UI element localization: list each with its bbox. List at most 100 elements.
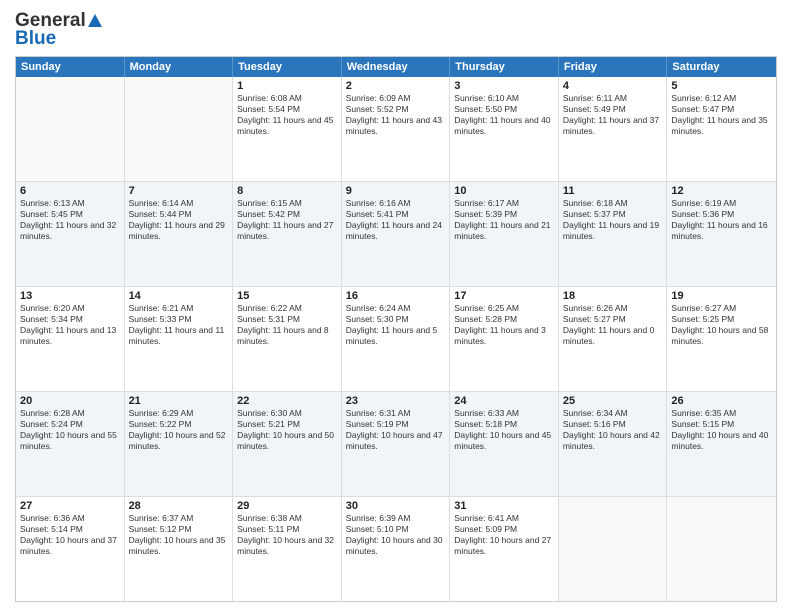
sunset-text: Sunset: 5:34 PM xyxy=(20,314,120,325)
sunset-text: Sunset: 5:11 PM xyxy=(237,524,337,535)
day-cell-30: 30 Sunrise: 6:39 AM Sunset: 5:10 PM Dayl… xyxy=(342,497,451,601)
sunrise-text: Sunrise: 6:26 AM xyxy=(563,303,663,314)
day-number: 21 xyxy=(129,395,229,407)
page: General Blue SundayMondayTuesdayWednesda… xyxy=(0,0,792,612)
sunset-text: Sunset: 5:14 PM xyxy=(20,524,120,535)
sunrise-text: Sunrise: 6:41 AM xyxy=(454,513,554,524)
day-number: 2 xyxy=(346,80,446,92)
day-cell-5: 5 Sunrise: 6:12 AM Sunset: 5:47 PM Dayli… xyxy=(667,77,776,181)
day-cell-7: 7 Sunrise: 6:14 AM Sunset: 5:44 PM Dayli… xyxy=(125,182,234,286)
day-number: 15 xyxy=(237,290,337,302)
sunset-text: Sunset: 5:39 PM xyxy=(454,209,554,220)
daylight-text: Daylight: 11 hours and 32 minutes. xyxy=(20,220,120,242)
daylight-text: Daylight: 10 hours and 42 minutes. xyxy=(563,430,663,452)
sunrise-text: Sunrise: 6:15 AM xyxy=(237,198,337,209)
sunset-text: Sunset: 5:47 PM xyxy=(671,104,772,115)
day-cell-8: 8 Sunrise: 6:15 AM Sunset: 5:42 PM Dayli… xyxy=(233,182,342,286)
sunset-text: Sunset: 5:24 PM xyxy=(20,419,120,430)
day-cell-29: 29 Sunrise: 6:38 AM Sunset: 5:11 PM Dayl… xyxy=(233,497,342,601)
sunset-text: Sunset: 5:41 PM xyxy=(346,209,446,220)
daylight-text: Daylight: 10 hours and 47 minutes. xyxy=(346,430,446,452)
sunrise-text: Sunrise: 6:35 AM xyxy=(671,408,772,419)
day-number: 6 xyxy=(20,185,120,197)
day-number: 4 xyxy=(563,80,663,92)
day-number: 11 xyxy=(563,185,663,197)
daylight-text: Daylight: 11 hours and 24 minutes. xyxy=(346,220,446,242)
daylight-text: Daylight: 11 hours and 5 minutes. xyxy=(346,325,446,347)
day-number: 20 xyxy=(20,395,120,407)
header: General Blue xyxy=(15,10,777,50)
sunset-text: Sunset: 5:16 PM xyxy=(563,419,663,430)
sunset-text: Sunset: 5:44 PM xyxy=(129,209,229,220)
day-cell-18: 18 Sunrise: 6:26 AM Sunset: 5:27 PM Dayl… xyxy=(559,287,668,391)
daylight-text: Daylight: 11 hours and 19 minutes. xyxy=(563,220,663,242)
sunset-text: Sunset: 5:18 PM xyxy=(454,419,554,430)
day-cell-27: 27 Sunrise: 6:36 AM Sunset: 5:14 PM Dayl… xyxy=(16,497,125,601)
daylight-text: Daylight: 11 hours and 16 minutes. xyxy=(671,220,772,242)
day-cell-6: 6 Sunrise: 6:13 AM Sunset: 5:45 PM Dayli… xyxy=(16,182,125,286)
sunrise-text: Sunrise: 6:28 AM xyxy=(20,408,120,419)
calendar: SundayMondayTuesdayWednesdayThursdayFrid… xyxy=(15,56,777,602)
sunset-text: Sunset: 5:21 PM xyxy=(237,419,337,430)
logo-blue-text: Blue xyxy=(15,28,56,50)
sunset-text: Sunset: 5:45 PM xyxy=(20,209,120,220)
daylight-text: Daylight: 10 hours and 27 minutes. xyxy=(454,535,554,557)
sunset-text: Sunset: 5:12 PM xyxy=(129,524,229,535)
sunrise-text: Sunrise: 6:27 AM xyxy=(671,303,772,314)
day-number: 25 xyxy=(563,395,663,407)
daylight-text: Daylight: 10 hours and 32 minutes. xyxy=(237,535,337,557)
day-cell-21: 21 Sunrise: 6:29 AM Sunset: 5:22 PM Dayl… xyxy=(125,392,234,496)
daylight-text: Daylight: 11 hours and 43 minutes. xyxy=(346,115,446,137)
sunset-text: Sunset: 5:09 PM xyxy=(454,524,554,535)
day-number: 9 xyxy=(346,185,446,197)
daylight-text: Daylight: 11 hours and 21 minutes. xyxy=(454,220,554,242)
daylight-text: Daylight: 10 hours and 45 minutes. xyxy=(454,430,554,452)
sunset-text: Sunset: 5:49 PM xyxy=(563,104,663,115)
empty-cell xyxy=(559,497,668,601)
day-number: 31 xyxy=(454,500,554,512)
daylight-text: Daylight: 11 hours and 3 minutes. xyxy=(454,325,554,347)
day-cell-12: 12 Sunrise: 6:19 AM Sunset: 5:36 PM Dayl… xyxy=(667,182,776,286)
empty-cell xyxy=(16,77,125,181)
week-row-3: 13 Sunrise: 6:20 AM Sunset: 5:34 PM Dayl… xyxy=(16,287,776,392)
day-cell-3: 3 Sunrise: 6:10 AM Sunset: 5:50 PM Dayli… xyxy=(450,77,559,181)
week-row-1: 1 Sunrise: 6:08 AM Sunset: 5:54 PM Dayli… xyxy=(16,77,776,182)
sunset-text: Sunset: 5:31 PM xyxy=(237,314,337,325)
sunrise-text: Sunrise: 6:33 AM xyxy=(454,408,554,419)
sunrise-text: Sunrise: 6:37 AM xyxy=(129,513,229,524)
sunset-text: Sunset: 5:19 PM xyxy=(346,419,446,430)
day-cell-24: 24 Sunrise: 6:33 AM Sunset: 5:18 PM Dayl… xyxy=(450,392,559,496)
sunset-text: Sunset: 5:36 PM xyxy=(671,209,772,220)
sunset-text: Sunset: 5:42 PM xyxy=(237,209,337,220)
sunrise-text: Sunrise: 6:17 AM xyxy=(454,198,554,209)
day-cell-14: 14 Sunrise: 6:21 AM Sunset: 5:33 PM Dayl… xyxy=(125,287,234,391)
day-cell-19: 19 Sunrise: 6:27 AM Sunset: 5:25 PM Dayl… xyxy=(667,287,776,391)
day-cell-22: 22 Sunrise: 6:30 AM Sunset: 5:21 PM Dayl… xyxy=(233,392,342,496)
sunrise-text: Sunrise: 6:30 AM xyxy=(237,408,337,419)
sunrise-text: Sunrise: 6:31 AM xyxy=(346,408,446,419)
calendar-body: 1 Sunrise: 6:08 AM Sunset: 5:54 PM Dayli… xyxy=(16,77,776,601)
sunset-text: Sunset: 5:30 PM xyxy=(346,314,446,325)
daylight-text: Daylight: 11 hours and 8 minutes. xyxy=(237,325,337,347)
sunrise-text: Sunrise: 6:20 AM xyxy=(20,303,120,314)
day-number: 7 xyxy=(129,185,229,197)
header-day-sunday: Sunday xyxy=(16,57,125,77)
daylight-text: Daylight: 11 hours and 37 minutes. xyxy=(563,115,663,137)
daylight-text: Daylight: 11 hours and 13 minutes. xyxy=(20,325,120,347)
day-number: 26 xyxy=(671,395,772,407)
day-number: 30 xyxy=(346,500,446,512)
day-cell-16: 16 Sunrise: 6:24 AM Sunset: 5:30 PM Dayl… xyxy=(342,287,451,391)
sunset-text: Sunset: 5:15 PM xyxy=(671,419,772,430)
day-number: 29 xyxy=(237,500,337,512)
day-cell-1: 1 Sunrise: 6:08 AM Sunset: 5:54 PM Dayli… xyxy=(233,77,342,181)
sunrise-text: Sunrise: 6:11 AM xyxy=(563,93,663,104)
daylight-text: Daylight: 11 hours and 35 minutes. xyxy=(671,115,772,137)
week-row-5: 27 Sunrise: 6:36 AM Sunset: 5:14 PM Dayl… xyxy=(16,497,776,601)
daylight-text: Daylight: 11 hours and 45 minutes. xyxy=(237,115,337,137)
daylight-text: Daylight: 11 hours and 29 minutes. xyxy=(129,220,229,242)
day-cell-4: 4 Sunrise: 6:11 AM Sunset: 5:49 PM Dayli… xyxy=(559,77,668,181)
daylight-text: Daylight: 11 hours and 27 minutes. xyxy=(237,220,337,242)
empty-cell xyxy=(667,497,776,601)
day-cell-2: 2 Sunrise: 6:09 AM Sunset: 5:52 PM Dayli… xyxy=(342,77,451,181)
day-cell-25: 25 Sunrise: 6:34 AM Sunset: 5:16 PM Dayl… xyxy=(559,392,668,496)
